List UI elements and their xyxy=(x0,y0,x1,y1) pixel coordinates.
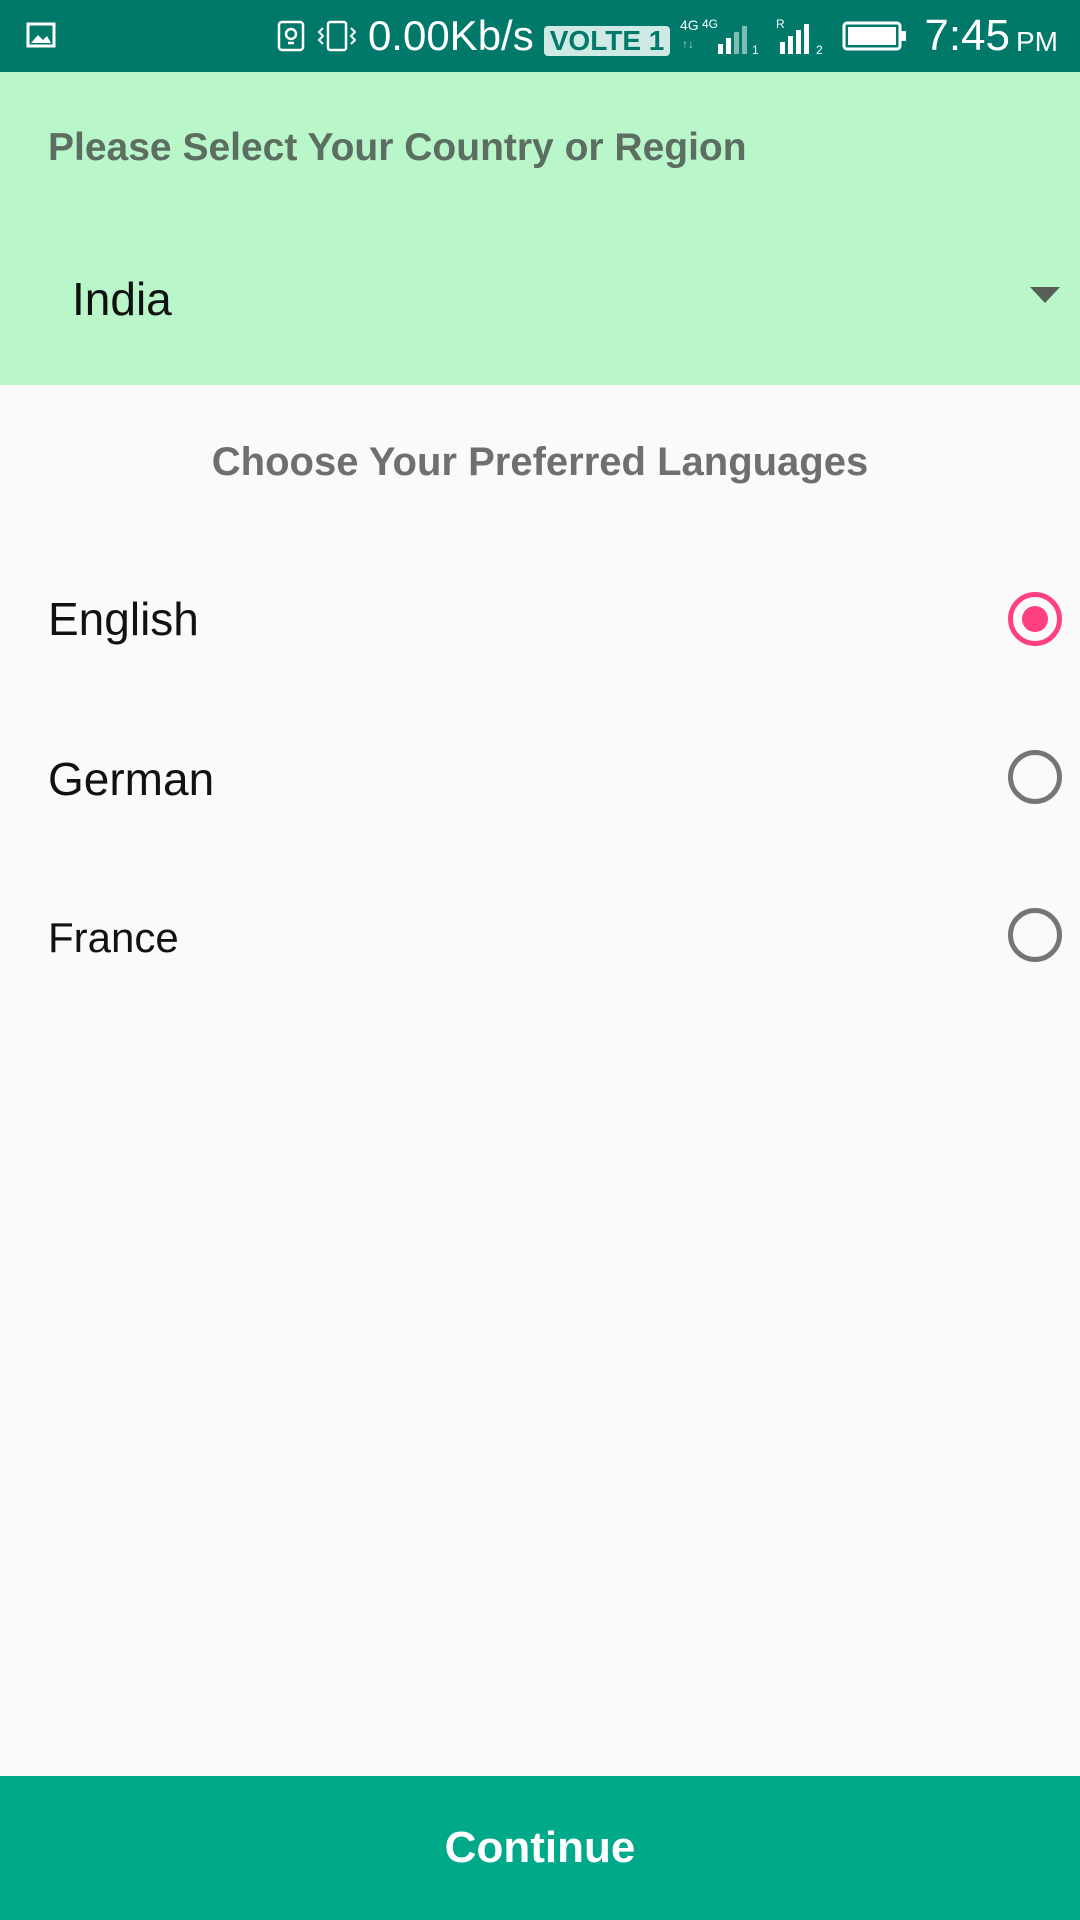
signal-4g-sim1-icon: 4G 4G ↑↓ 1 xyxy=(680,17,759,56)
country-title: Please Select Your Country or Region xyxy=(48,126,747,169)
battery-icon xyxy=(842,21,907,51)
language-selection-screen: 0.00Kb/s VOLTE 1 4G 4G ↑↓ 1 R 2 7:45 PM … xyxy=(0,0,1080,1920)
continue-button[interactable]: Continue xyxy=(0,1776,1080,1920)
dropdown-arrow-icon xyxy=(1030,287,1060,303)
status-bar: 0.00Kb/s VOLTE 1 4G 4G ↑↓ 1 R 2 7:45 PM xyxy=(0,0,1080,72)
svg-text:R: R xyxy=(776,17,785,31)
gallery-icon xyxy=(26,22,56,48)
svg-text:1: 1 xyxy=(752,43,759,56)
volte-badge: VOLTE 1 xyxy=(543,26,671,56)
vibrate-icon xyxy=(317,20,357,52)
language-option-english[interactable]: English xyxy=(0,560,1080,680)
svg-text:↑↓: ↑↓ xyxy=(682,37,694,51)
lightbulb-icon xyxy=(277,20,305,52)
clock-time: 7:45 xyxy=(924,11,1010,60)
language-label: English xyxy=(48,593,199,645)
language-radio-france[interactable] xyxy=(1008,908,1062,962)
country-selected-value: India xyxy=(72,273,172,325)
svg-text:4G: 4G xyxy=(702,17,718,31)
country-panel: Please Select Your Country or Region Ind… xyxy=(0,72,1080,385)
clock-ampm: PM xyxy=(1016,26,1058,57)
svg-text:2: 2 xyxy=(816,43,823,56)
languages-heading: Choose Your Preferred Languages xyxy=(211,440,869,484)
svg-text:4G: 4G xyxy=(680,17,699,33)
language-radio-german[interactable] xyxy=(1008,750,1062,804)
network-speed: 0.00Kb/s xyxy=(367,12,534,59)
language-label: France xyxy=(48,914,179,961)
language-option-france[interactable]: France xyxy=(0,878,1080,998)
language-option-german[interactable]: German xyxy=(0,720,1080,840)
country-dropdown[interactable]: India xyxy=(0,242,1080,352)
language-radio-english[interactable] xyxy=(1008,592,1062,646)
signal-sim2-icon: R 2 xyxy=(776,17,823,56)
status-bar-right: 0.00Kb/s VOLTE 1 4G 4G ↑↓ 1 R 2 7:45 PM xyxy=(276,0,1058,72)
language-label: German xyxy=(48,753,215,805)
